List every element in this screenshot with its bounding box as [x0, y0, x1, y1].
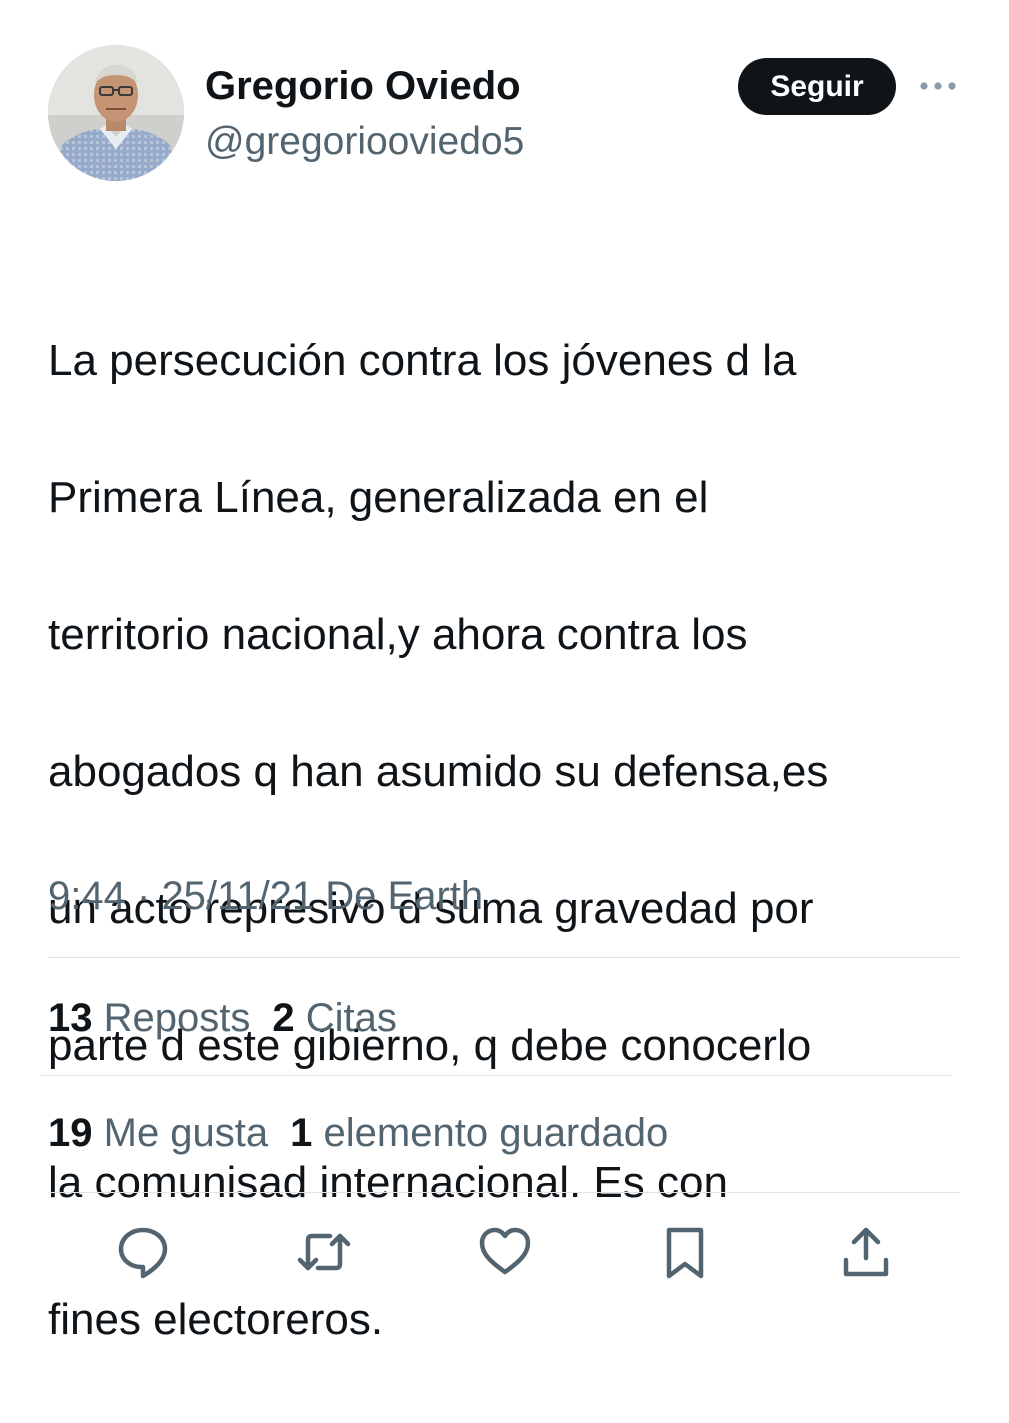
- like-icon[interactable]: [477, 1224, 533, 1280]
- likes-count: 19: [48, 1111, 93, 1155]
- avatar[interactable]: [48, 45, 184, 181]
- divider: [48, 1192, 960, 1193]
- tweet-line: territorio nacional,y ahora contra los: [48, 609, 748, 659]
- bookmarks-stat[interactable]: 1 elemento guardado: [290, 1111, 668, 1155]
- tweet-source: De Earth: [325, 874, 484, 918]
- author-name[interactable]: Gregorio Oviedo: [205, 58, 521, 114]
- reposts-stat[interactable]: 13 Reposts: [48, 996, 250, 1040]
- tweet-time[interactable]: 9:44: [48, 874, 126, 918]
- divider: [48, 957, 960, 958]
- tweet-line: fines electoreros.: [48, 1294, 384, 1344]
- meta-separator: ·: [136, 874, 151, 918]
- bookmark-icon[interactable]: [657, 1224, 713, 1280]
- tweet-meta: 9:44 · 25/11/21 De Earth: [48, 866, 483, 926]
- tweet-line: Primera Línea, generalizada en el: [48, 472, 709, 522]
- repost-icon[interactable]: [296, 1224, 352, 1280]
- bookmarks-label: elemento guardado: [323, 1111, 669, 1155]
- tweet-line: abogados q han asumido su defensa,es: [48, 746, 829, 796]
- more-horizontal-icon[interactable]: [918, 70, 958, 102]
- stats-row-likes: 19 Me gusta 1 elemento guardado: [48, 1103, 668, 1163]
- bookmarks-count: 1: [290, 1111, 313, 1155]
- follow-button[interactable]: Seguir: [738, 58, 896, 115]
- reply-icon[interactable]: [115, 1224, 171, 1280]
- likes-stat[interactable]: 19 Me gusta: [48, 1111, 268, 1155]
- quotes-label: Citas: [305, 996, 397, 1040]
- reposts-label: Reposts: [103, 996, 251, 1040]
- reposts-count: 13: [48, 996, 93, 1040]
- tweet-date[interactable]: 25/11/21: [161, 874, 314, 918]
- tweet-line: La persecución contra los jóvenes d la: [48, 335, 797, 385]
- profile-photo: [48, 45, 184, 181]
- share-icon[interactable]: [838, 1224, 894, 1280]
- quotes-count: 2: [272, 996, 295, 1040]
- divider: [40, 1075, 952, 1076]
- stats-row-reposts: 13 Reposts 2 Citas: [48, 988, 397, 1048]
- author-handle[interactable]: @gregoriooviedo5: [205, 114, 524, 170]
- likes-label: Me gusta: [103, 1111, 269, 1155]
- quotes-stat[interactable]: 2 Citas: [272, 996, 397, 1040]
